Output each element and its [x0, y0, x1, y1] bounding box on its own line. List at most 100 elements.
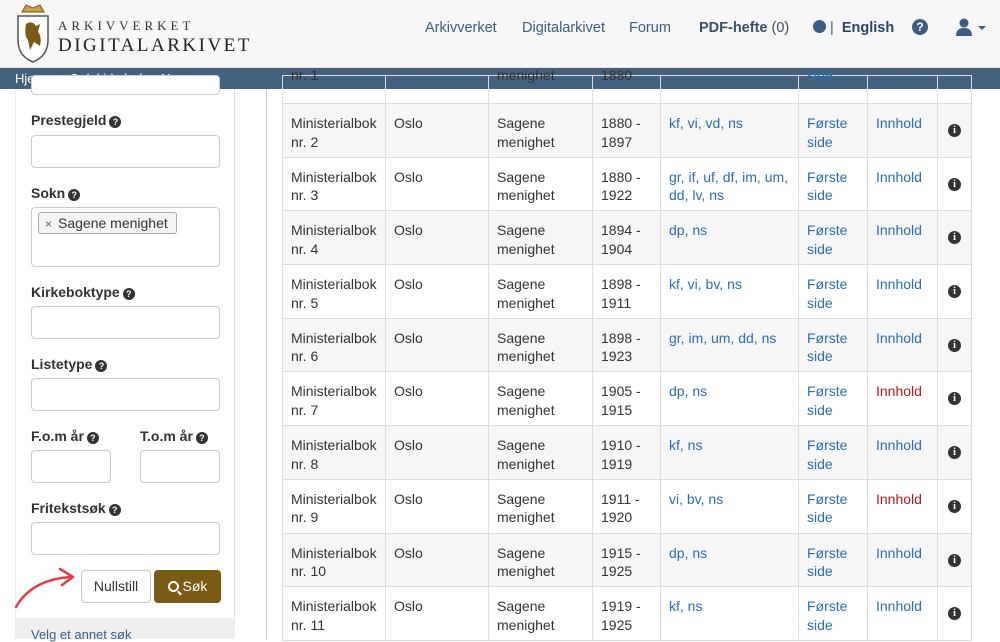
listetype-select[interactable]: [31, 378, 220, 411]
content-link[interactable]: Innhold: [867, 586, 938, 641]
first-page-link[interactable]: Første side: [798, 103, 868, 158]
sokn-label: Sokn?: [31, 185, 81, 201]
top-field-partial[interactable]: [31, 75, 220, 95]
place-cell: Oslo: [385, 156, 489, 212]
nav-arkivverket[interactable]: Arkivverket: [425, 20, 497, 36]
church-book-table: nr. 1 menighet 1880 side Ministerialbok nr…: [282, 67, 972, 641]
parish-cell: Sagene menighet: [488, 317, 593, 373]
types-links[interactable]: vi, bv, ns: [660, 478, 799, 534]
content-link[interactable]: Innhold: [867, 264, 938, 319]
first-page-link[interactable]: Første side: [798, 532, 868, 588]
from-year-label: F.o.m år?: [31, 428, 99, 444]
first-page-link[interactable]: Første side: [798, 317, 868, 373]
coat-of-arms-logo[interactable]: [14, 2, 52, 64]
nav-forum[interactable]: Forum: [629, 20, 671, 36]
results-panel: nr. 1 menighet 1880 side Ministerialbok nr…: [266, 67, 1000, 641]
kirkeboktype-select[interactable]: [31, 306, 220, 339]
types-links[interactable]: gr, if, uf, df, im, um, dd, lv, ns: [660, 156, 799, 212]
book-cell: Ministerialbok nr. 5: [282, 264, 386, 319]
table-row: Ministerialbok nr. 8 Oslo Sagene menighet 1…: [282, 425, 972, 480]
first-page-link[interactable]: Første side: [798, 478, 868, 534]
book-cell: Ministerialbok nr. 8: [282, 425, 386, 480]
book-cell: Ministerialbok nr. 4: [282, 210, 386, 266]
to-year-input[interactable]: [140, 450, 220, 483]
brand-line2: DIGITALARKIVET: [58, 35, 252, 56]
language-label: English: [841, 20, 895, 36]
info-cell: i: [937, 478, 972, 534]
help-icon: ?: [195, 432, 208, 444]
prestegjeld-label: Prestegjeld?: [31, 112, 122, 128]
remove-tag-icon[interactable]: ×: [45, 217, 52, 231]
content-link[interactable]: Innhold: [867, 103, 938, 158]
info-icon[interactable]: i: [948, 553, 961, 567]
parish-cell: Sagene menighet: [488, 210, 593, 266]
content-link[interactable]: Innhold: [867, 425, 938, 480]
content-link[interactable]: Innhold: [867, 478, 938, 534]
info-icon[interactable]: i: [948, 607, 961, 621]
nav-digitalarkivet[interactable]: Digitalarkivet: [522, 20, 605, 36]
years-cell: 1910 - 1919: [592, 425, 661, 480]
first-page-link[interactable]: Første side: [798, 156, 868, 212]
info-icon[interactable]: i: [948, 285, 961, 299]
book-cell: Ministerialbok nr. 10: [282, 532, 386, 588]
content-link[interactable]: Innhold: [867, 156, 938, 212]
place-cell: Oslo: [385, 210, 489, 266]
first-page-link[interactable]: Første side: [798, 586, 868, 641]
first-page-link[interactable]: Første side: [798, 425, 868, 480]
reset-button[interactable]: Nullstill: [81, 570, 151, 603]
info-icon[interactable]: i: [948, 338, 961, 352]
years-cell: 1911 - 1920: [592, 478, 661, 534]
place-cell: Oslo: [385, 317, 489, 373]
types-links[interactable]: gr, im, um, dd, ns: [660, 317, 799, 373]
brand-wordmark[interactable]: ARKIVVERKET DIGITALARKIVET: [58, 18, 252, 57]
book-cell: Ministerialbok nr. 7: [282, 371, 386, 427]
content-link[interactable]: Innhold: [867, 317, 938, 373]
first-page-link[interactable]: Første side: [798, 371, 868, 427]
parish-cell: Sagene menighet: [488, 532, 593, 588]
types-links[interactable]: kf, vi, bv, ns: [660, 264, 799, 319]
prestegjeld-input[interactable]: [31, 135, 220, 168]
info-cell: i: [937, 532, 972, 588]
book-cell: Ministerialbok nr. 6: [282, 317, 386, 373]
fritekst-input[interactable]: [31, 522, 220, 555]
info-icon[interactable]: i: [948, 499, 961, 513]
info-icon[interactable]: i: [948, 124, 961, 137]
help-icon: ?: [122, 288, 135, 300]
types-links[interactable]: kf, vi, vd, ns: [660, 103, 799, 158]
years-cell: 1880 - 1897: [592, 103, 661, 158]
types-links[interactable]: kf, ns: [660, 586, 799, 641]
info-icon[interactable]: i: [948, 177, 961, 191]
parish-cell: Sagene menighet: [488, 425, 593, 480]
user-menu-icon[interactable]: [956, 18, 988, 38]
place-cell: Oslo: [385, 371, 489, 427]
table-row: Ministerialbok nr. 9 Oslo Sagene menighet 1…: [282, 478, 972, 534]
parish-cell: Sagene menighet: [488, 264, 593, 319]
types-links[interactable]: kf, ns: [660, 425, 799, 480]
content-link[interactable]: Innhold: [867, 532, 938, 588]
help-icon[interactable]: ?: [912, 19, 928, 35]
place-cell: Oslo: [385, 586, 489, 641]
years-cell: 1880 - 1922: [592, 156, 661, 212]
nav-language[interactable]: | English: [813, 20, 894, 36]
other-search-link[interactable]: Velg et annet søk: [31, 627, 131, 642]
types-links[interactable]: dp, ns: [660, 532, 799, 588]
types-links[interactable]: dp, ns: [660, 210, 799, 266]
info-icon[interactable]: i: [948, 392, 961, 406]
place-cell: Oslo: [385, 425, 489, 480]
info-icon[interactable]: i: [948, 446, 961, 460]
first-page-link[interactable]: Første side: [798, 264, 868, 319]
sokn-tag: × Sagene menighet: [38, 212, 177, 234]
to-year-label: T.o.m år?: [140, 428, 208, 444]
first-page-link[interactable]: Første side: [798, 210, 868, 266]
brand-line1: ARKIVVERKET: [58, 18, 195, 33]
info-icon[interactable]: i: [948, 231, 961, 245]
book-cell: Ministerialbok nr. 3: [282, 156, 386, 212]
types-links[interactable]: dp, ns: [660, 371, 799, 427]
search-button[interactable]: Søk: [154, 570, 221, 603]
years-cell: 1894 - 1904: [592, 210, 661, 266]
from-year-input[interactable]: [31, 450, 111, 483]
content-link[interactable]: Innhold: [867, 210, 938, 266]
nav-pdf-hefte[interactable]: PDF-hefte (0): [699, 20, 789, 36]
content-link[interactable]: Innhold: [867, 371, 938, 427]
parish-cell: Sagene menighet: [488, 586, 593, 641]
